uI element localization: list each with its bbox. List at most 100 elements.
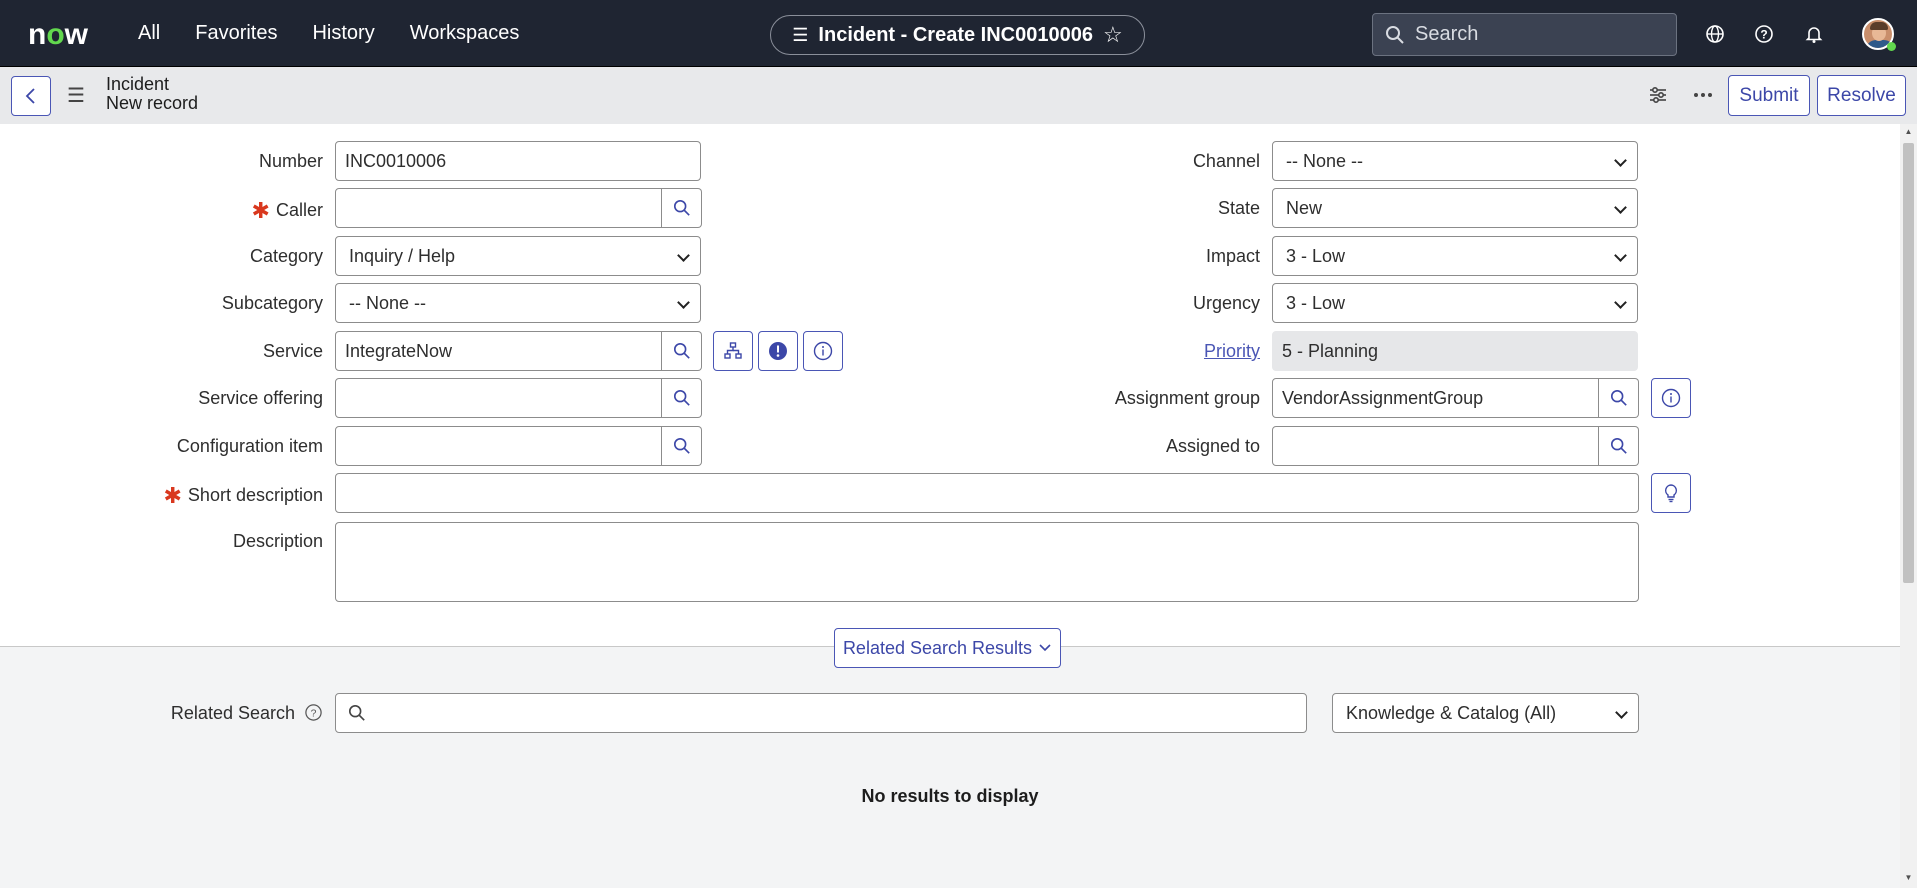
service-lookup: IntegrateNow <box>335 331 702 371</box>
nav-workspaces[interactable]: Workspaces <box>410 22 520 45</box>
personalize-form-icon[interactable] <box>1647 84 1669 106</box>
form-context-menu-icon[interactable]: ☰ <box>67 83 85 108</box>
no-results-message: No results to display <box>861 786 1039 806</box>
search-icon <box>1386 25 1404 44</box>
caller-lookup-button[interactable] <box>662 188 702 228</box>
help-icon[interactable]: ? <box>1752 22 1776 46</box>
caller-input[interactable] <box>335 188 662 228</box>
short-description-label: ✱ Short description <box>120 483 323 509</box>
nav-all[interactable]: All <box>138 22 160 45</box>
top-navigation-bar: now All Favorites History Workspaces ☰ I… <box>0 0 1917 67</box>
form-header: ☰ Incident New record Submit Resolve <box>0 67 1917 172</box>
service-input[interactable]: IntegrateNow <box>335 331 662 371</box>
assignment-group-input[interactable]: VendorAssignmentGroup <box>1272 378 1599 418</box>
urgency-select[interactable]: 3 - Low <box>1272 283 1638 323</box>
scroll-down-arrow[interactable]: ▼ <box>1903 873 1914 885</box>
assigned-to-label: Assigned to <box>1165 436 1260 456</box>
dependency-map-icon <box>724 342 742 359</box>
priority-field: 5 - Planning <box>1272 331 1638 371</box>
number-label: Number <box>258 151 323 171</box>
service-offering-input[interactable] <box>335 378 662 418</box>
back-button[interactable] <box>11 76 51 116</box>
assigned-to-input[interactable] <box>1272 426 1599 466</box>
service-offering-lookup-button[interactable] <box>662 378 702 418</box>
number-field[interactable]: INC0010006 <box>335 141 701 181</box>
related-search-results-toggle[interactable]: Related Search Results <box>834 628 1061 668</box>
priority-link[interactable]: Priority <box>1050 341 1260 362</box>
channel-select[interactable]: -- None -- <box>1272 141 1638 181</box>
caller-label-text: Caller <box>275 200 323 220</box>
required-indicator: ✱ <box>163 483 182 508</box>
short-description-field[interactable] <box>335 473 1639 513</box>
record-title-pill[interactable]: ☰ Incident - Create INC0010006 ☆ <box>770 15 1145 55</box>
notification-bell-icon[interactable] <box>1802 22 1826 46</box>
related-search-label: Related Search <box>170 703 295 723</box>
service-alert-button[interactable] <box>758 331 798 371</box>
more-options-icon[interactable] <box>1692 85 1714 105</box>
nav-favorites[interactable]: Favorites <box>195 22 277 45</box>
service-label: Service <box>262 341 323 361</box>
svg-text:?: ? <box>311 708 317 719</box>
form-title: Incident New record <box>106 75 198 113</box>
related-search-results-label: Related Search Results <box>842 637 1033 658</box>
form-record-state: New record <box>106 93 199 113</box>
suggestion-button[interactable] <box>1651 473 1691 513</box>
submit-button[interactable]: Submit <box>1728 75 1810 116</box>
search-icon <box>348 704 365 721</box>
global-search-input[interactable]: Search <box>1372 13 1677 56</box>
required-indicator: ✱ <box>251 198 270 223</box>
subcategory-select[interactable]: -- None -- <box>335 283 701 323</box>
assigned-to-lookup-button[interactable] <box>1599 426 1639 466</box>
search-icon <box>1610 437 1627 454</box>
presence-indicator <box>1887 42 1896 51</box>
description-textarea[interactable] <box>335 522 1639 602</box>
search-icon <box>1610 389 1627 406</box>
favorite-star-icon[interactable]: ☆ <box>1103 22 1123 48</box>
search-icon <box>673 342 690 359</box>
related-search-input[interactable] <box>335 693 1307 733</box>
short-description-label-text: Short description <box>187 485 323 505</box>
scrollbar-thumb[interactable] <box>1903 143 1914 583</box>
caller-label: ✱ Caller <box>150 198 323 224</box>
service-offering-lookup <box>335 378 702 418</box>
record-title: Incident - Create INC0010006 <box>818 23 1093 46</box>
category-select[interactable]: Inquiry / Help <box>335 236 701 276</box>
servicenow-logo[interactable]: now <box>28 18 88 52</box>
configuration-item-label: Configuration item <box>176 436 323 456</box>
nav-menu: All Favorites History Workspaces <box>138 22 554 45</box>
resolve-button[interactable]: Resolve <box>1817 75 1906 116</box>
configuration-item-lookup-button[interactable] <box>662 426 702 466</box>
scroll-up-arrow[interactable]: ▲ <box>1903 127 1914 139</box>
search-icon <box>673 437 690 454</box>
configuration-item-lookup <box>335 426 702 466</box>
list-icon: ☰ <box>792 24 809 45</box>
service-lookup-button[interactable] <box>662 331 702 371</box>
assigned-to-lookup <box>1272 426 1639 466</box>
chevron-down-icon <box>1039 644 1051 652</box>
assignment-group-label: Assignment group <box>1114 388 1260 408</box>
assignment-group-info-button[interactable] <box>1651 378 1691 418</box>
search-placeholder: Search <box>1415 23 1479 45</box>
state-label: State <box>1217 198 1260 218</box>
service-info-button[interactable] <box>803 331 843 371</box>
impact-label: Impact <box>1205 246 1260 266</box>
channel-label: Channel <box>1192 151 1260 171</box>
lightbulb-icon <box>1664 484 1678 503</box>
state-select[interactable]: New <box>1272 188 1638 228</box>
help-icon[interactable]: ? <box>304 703 323 722</box>
form-table-name: Incident <box>106 74 170 94</box>
impact-select[interactable]: 3 - Low <box>1272 236 1638 276</box>
svg-text:?: ? <box>1760 28 1767 42</box>
service-map-button[interactable] <box>713 331 753 371</box>
configuration-item-input[interactable] <box>335 426 662 466</box>
chevron-left-icon <box>25 88 35 104</box>
nav-history[interactable]: History <box>312 22 374 45</box>
assignment-group-lookup-button[interactable] <box>1599 378 1639 418</box>
related-search-section <box>0 646 1900 888</box>
globe-icon[interactable] <box>1703 22 1727 46</box>
info-icon <box>813 341 833 361</box>
alert-icon <box>769 342 787 360</box>
caller-lookup <box>335 188 702 228</box>
related-search-scope-select[interactable]: Knowledge & Catalog (All) <box>1332 693 1639 733</box>
subcategory-label: Subcategory <box>221 293 323 313</box>
